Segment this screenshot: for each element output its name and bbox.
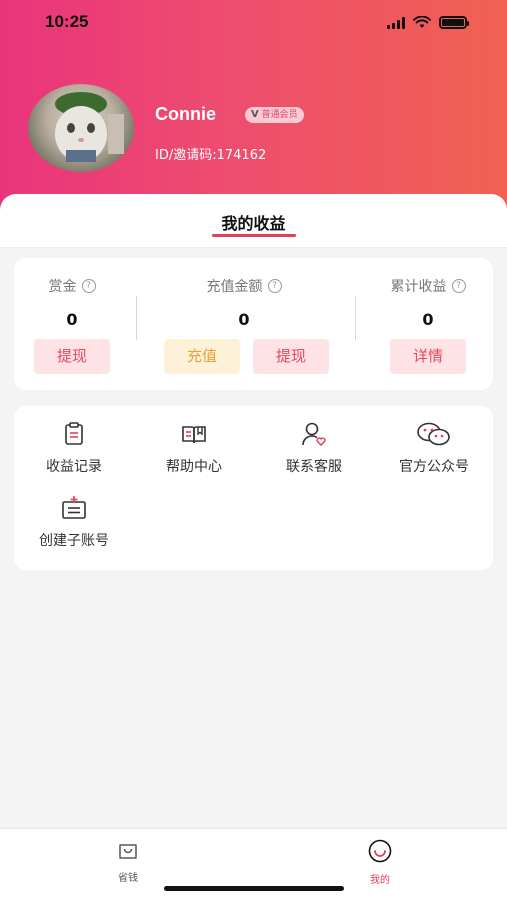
signal-icon xyxy=(387,16,405,29)
avatar[interactable] xyxy=(28,84,134,172)
bounty-withdraw-button[interactable]: 提现 xyxy=(34,339,110,374)
tab-my-earnings[interactable]: 我的收益 xyxy=(0,210,507,234)
customer-service-icon xyxy=(302,422,326,447)
bounty-label: 赏金 xyxy=(48,279,77,295)
divider xyxy=(136,296,137,340)
nav-item-save-money[interactable]: 省钱 xyxy=(98,839,158,884)
help-icon[interactable]: ? xyxy=(451,279,466,293)
menu-item-earnings-record[interactable]: 收益记录 xyxy=(14,420,134,476)
recharge-label: 充值金额 xyxy=(206,279,263,295)
help-icon[interactable]: ? xyxy=(267,279,282,293)
bounty-value: 0 xyxy=(66,310,78,329)
total-earnings-value: 0 xyxy=(422,310,434,329)
details-button[interactable]: 详情 xyxy=(390,339,466,374)
recharge-value: 0 xyxy=(238,310,250,329)
status-icons xyxy=(387,16,469,29)
invite-code[interactable]: ID/邀请码:174162 xyxy=(155,144,266,163)
recharge-metric: 充值金额 ? 0 xyxy=(174,276,314,329)
member-badge: V 普通会员 xyxy=(245,107,304,123)
menu-item-label: 帮助中心 xyxy=(166,459,222,475)
wechat-icon xyxy=(417,422,450,446)
divider xyxy=(355,296,356,340)
total-earnings-metric: 累计收益 ? 0 xyxy=(376,276,480,329)
menu-item-customer-service[interactable]: 联系客服 xyxy=(254,420,374,476)
status-time: 10:25 xyxy=(45,12,89,31)
bounty-metric: 赏金 ? 0 xyxy=(24,276,120,329)
shopping-bag-icon xyxy=(119,844,137,859)
book-icon xyxy=(182,426,206,444)
help-icon[interactable]: ? xyxy=(81,279,96,293)
nav-label: 我的 xyxy=(370,875,390,886)
clipboard-icon xyxy=(65,422,83,445)
tab-underline xyxy=(212,234,296,237)
create-account-icon xyxy=(62,496,86,519)
wifi-icon xyxy=(413,16,431,28)
smile-icon xyxy=(368,839,392,863)
menu-card: 收益记录 帮助中心 联系客服 官方公众号 创建子账号 xyxy=(14,406,493,570)
home-indicator xyxy=(164,886,344,891)
recharge-button[interactable]: 充值 xyxy=(164,339,240,374)
user-name: Connie xyxy=(155,104,216,124)
nav-item-mine[interactable]: 我的 xyxy=(350,839,410,886)
recharge-withdraw-button[interactable]: 提现 xyxy=(253,339,329,374)
menu-item-official-account[interactable]: 官方公众号 xyxy=(374,420,494,476)
menu-item-help-center[interactable]: 帮助中心 xyxy=(134,420,254,476)
nav-label: 省钱 xyxy=(118,873,138,884)
tab-bar: 我的收益 xyxy=(0,194,507,248)
menu-item-label: 联系客服 xyxy=(286,459,342,475)
total-earnings-label: 累计收益 xyxy=(390,279,447,295)
member-badge-v: V xyxy=(251,109,259,120)
menu-item-label: 官方公众号 xyxy=(399,459,469,475)
status-bar: 10:25 xyxy=(0,10,507,38)
menu-item-label: 创建子账号 xyxy=(39,533,109,549)
battery-icon xyxy=(439,16,469,29)
menu-item-label: 收益记录 xyxy=(46,459,102,475)
earnings-card: 赏金 ? 0 提现 充值金额 ? 0 充值 提现 累计收益 ? 0 详情 xyxy=(14,258,493,390)
menu-item-create-sub-account[interactable]: 创建子账号 xyxy=(14,494,134,550)
member-badge-text: 普通会员 xyxy=(261,110,298,120)
